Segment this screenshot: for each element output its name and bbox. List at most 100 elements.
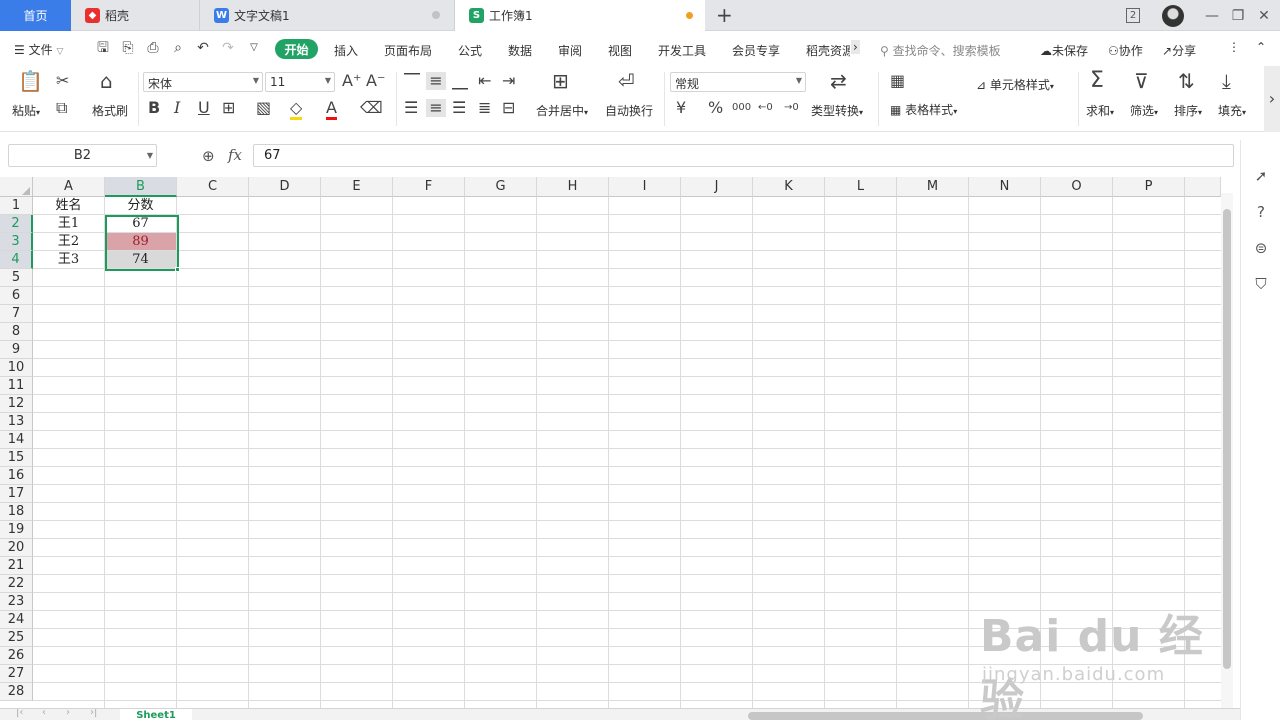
sort-button[interactable]: 排序▾ bbox=[1174, 102, 1202, 119]
cell-a1[interactable]: 姓名 bbox=[33, 197, 104, 214]
row-header-7[interactable]: 7 bbox=[0, 305, 33, 323]
column-header-n[interactable]: N bbox=[969, 177, 1041, 197]
cell-a4[interactable]: 王3 bbox=[33, 251, 104, 268]
sheet-tab[interactable]: Sheet1 bbox=[120, 709, 192, 720]
column-header-i[interactable]: I bbox=[609, 177, 681, 197]
sum-icon[interactable]: Σ bbox=[1090, 70, 1104, 92]
column-header-f[interactable]: F bbox=[393, 177, 465, 197]
column-header-c[interactable]: C bbox=[177, 177, 249, 197]
collab-button[interactable]: ⚇协作 bbox=[1108, 42, 1143, 59]
zoom-formula-icon[interactable]: ⊕ bbox=[202, 147, 215, 165]
font-family-select[interactable]: 宋体 ▼ bbox=[143, 72, 263, 92]
row-header-18[interactable]: 18 bbox=[0, 503, 33, 521]
decrease-decimal-icon[interactable]: →0 bbox=[784, 99, 799, 117]
menu-tab-member[interactable]: 会员专享 bbox=[732, 42, 780, 59]
distributed-icon[interactable]: ⊟ bbox=[502, 99, 515, 117]
cell-b1[interactable]: 分数 bbox=[105, 197, 176, 214]
shield-icon[interactable]: ⛉ bbox=[1252, 275, 1270, 293]
undo-icon[interactable]: ↶ bbox=[195, 40, 211, 56]
menu-tab-daoke-resources[interactable]: 稻壳资源 bbox=[806, 42, 850, 59]
tab-daoke[interactable]: ◆ 稻壳 bbox=[71, 0, 200, 31]
row-header-15[interactable]: 15 bbox=[0, 449, 33, 467]
formula-input[interactable]: 67 bbox=[253, 144, 1234, 167]
row-header-22[interactable]: 22 bbox=[0, 575, 33, 593]
sheet-nav-last-icon[interactable]: ›| bbox=[90, 709, 97, 718]
thousands-icon[interactable]: 000 bbox=[732, 99, 751, 117]
print-preview-icon[interactable]: ⌕ bbox=[170, 40, 186, 56]
cell-style-button[interactable]: ⊿ 单元格样式▾ bbox=[976, 76, 1054, 93]
fill-icon[interactable]: ⤓ bbox=[1222, 71, 1231, 91]
menu-tab-review[interactable]: 审阅 bbox=[558, 42, 582, 59]
row-header-20[interactable]: 20 bbox=[0, 539, 33, 557]
help-icon[interactable]: ? bbox=[1252, 203, 1270, 221]
fx-icon[interactable]: fx bbox=[228, 146, 242, 164]
type-convert-button[interactable]: 类型转换▾ bbox=[811, 102, 863, 119]
increase-indent-icon[interactable]: ⇥ bbox=[502, 72, 515, 90]
column-header-a[interactable]: A bbox=[33, 177, 105, 197]
column-header-overflow[interactable] bbox=[1185, 177, 1221, 197]
column-header-k[interactable]: K bbox=[753, 177, 825, 197]
number-format-select[interactable]: 常规 ▼ bbox=[670, 72, 806, 92]
font-color-icon[interactable]: A bbox=[326, 99, 337, 120]
column-header-g[interactable]: G bbox=[465, 177, 537, 197]
column-header-j[interactable]: J bbox=[681, 177, 753, 197]
wrap-text-icon[interactable]: ⏎ bbox=[618, 71, 635, 91]
menu-tab-data[interactable]: 数据 bbox=[508, 42, 532, 59]
row-header-8[interactable]: 8 bbox=[0, 323, 33, 341]
tab-close-icon[interactable] bbox=[432, 11, 440, 19]
row-header-5[interactable]: 5 bbox=[0, 269, 33, 287]
percent-icon[interactable]: % bbox=[708, 99, 723, 117]
column-header-p[interactable]: P bbox=[1113, 177, 1185, 197]
bold-icon[interactable]: B bbox=[148, 99, 160, 117]
row-header-17[interactable]: 17 bbox=[0, 485, 33, 503]
italic-icon[interactable]: I bbox=[174, 99, 180, 117]
menu-scroll-right-icon[interactable]: › bbox=[851, 40, 860, 54]
cell-a2[interactable]: 王1 bbox=[33, 215, 104, 232]
tab-workbook[interactable]: S 工作簿1 bbox=[455, 0, 705, 31]
column-header-e[interactable]: E bbox=[321, 177, 393, 197]
row-header-24[interactable]: 24 bbox=[0, 611, 33, 629]
vertical-scrollbar[interactable] bbox=[1221, 193, 1233, 708]
row-header-14[interactable]: 14 bbox=[0, 431, 33, 449]
currency-icon[interactable]: ¥ bbox=[676, 99, 686, 117]
menu-tab-formulas[interactable]: 公式 bbox=[458, 42, 482, 59]
sheet-nav-first-icon[interactable]: |‹ bbox=[16, 709, 23, 718]
menu-tab-developer[interactable]: 开发工具 bbox=[658, 42, 706, 59]
tab-document[interactable]: W 文字文稿1 bbox=[200, 0, 455, 31]
file-menu[interactable]: ☰ 文件 ▽ bbox=[14, 41, 63, 58]
minimize-button[interactable]: — bbox=[1200, 0, 1224, 31]
ribbon-scroll-right-icon[interactable]: › bbox=[1264, 66, 1280, 132]
clear-format-icon[interactable]: ⌫ bbox=[360, 99, 383, 117]
type-convert-icon[interactable]: ⇄ bbox=[830, 71, 847, 91]
row-header-9[interactable]: 9 bbox=[0, 341, 33, 359]
row-header-12[interactable]: 12 bbox=[0, 395, 33, 413]
column-header-m[interactable]: M bbox=[897, 177, 969, 197]
name-box[interactable]: B2 ▼ bbox=[8, 144, 157, 167]
row-header-10[interactable]: 10 bbox=[0, 359, 33, 377]
more-options-icon[interactable]: ⋮ bbox=[1228, 40, 1240, 54]
row-header-25[interactable]: 25 bbox=[0, 629, 33, 647]
menu-tab-page-layout[interactable]: 页面布局 bbox=[384, 42, 432, 59]
vertical-scroll-thumb[interactable] bbox=[1223, 209, 1231, 669]
row-header-4[interactable]: 4 bbox=[0, 251, 33, 269]
cut-icon[interactable]: ✂ bbox=[56, 72, 69, 90]
wrap-text-button[interactable]: 自动换行 bbox=[605, 102, 653, 119]
row-header-13[interactable]: 13 bbox=[0, 413, 33, 431]
align-center-icon[interactable]: ≡ bbox=[426, 99, 446, 117]
menu-tab-view[interactable]: 视图 bbox=[608, 42, 632, 59]
column-header-o[interactable]: O bbox=[1041, 177, 1113, 197]
underline-icon[interactable]: U bbox=[198, 99, 210, 117]
font-size-select[interactable]: 11 ▼ bbox=[265, 72, 335, 92]
redo-icon[interactable]: ↷ bbox=[220, 40, 236, 56]
restore-button[interactable]: ❐ bbox=[1226, 0, 1250, 31]
format-painter-button[interactable]: 格式刷 bbox=[92, 102, 128, 119]
justify-icon[interactable]: ≣ bbox=[478, 99, 491, 117]
close-button[interactable]: ✕ bbox=[1252, 0, 1276, 31]
export-pdf-icon[interactable]: ⎘ bbox=[120, 40, 136, 56]
sheet-nav-next-icon[interactable]: › bbox=[66, 709, 70, 718]
share-button[interactable]: ↗分享 bbox=[1162, 42, 1196, 59]
row-header-1[interactable]: 1 bbox=[0, 197, 33, 215]
row-header-16[interactable]: 16 bbox=[0, 467, 33, 485]
column-header-h[interactable]: H bbox=[537, 177, 609, 197]
column-header-d[interactable]: D bbox=[249, 177, 321, 197]
